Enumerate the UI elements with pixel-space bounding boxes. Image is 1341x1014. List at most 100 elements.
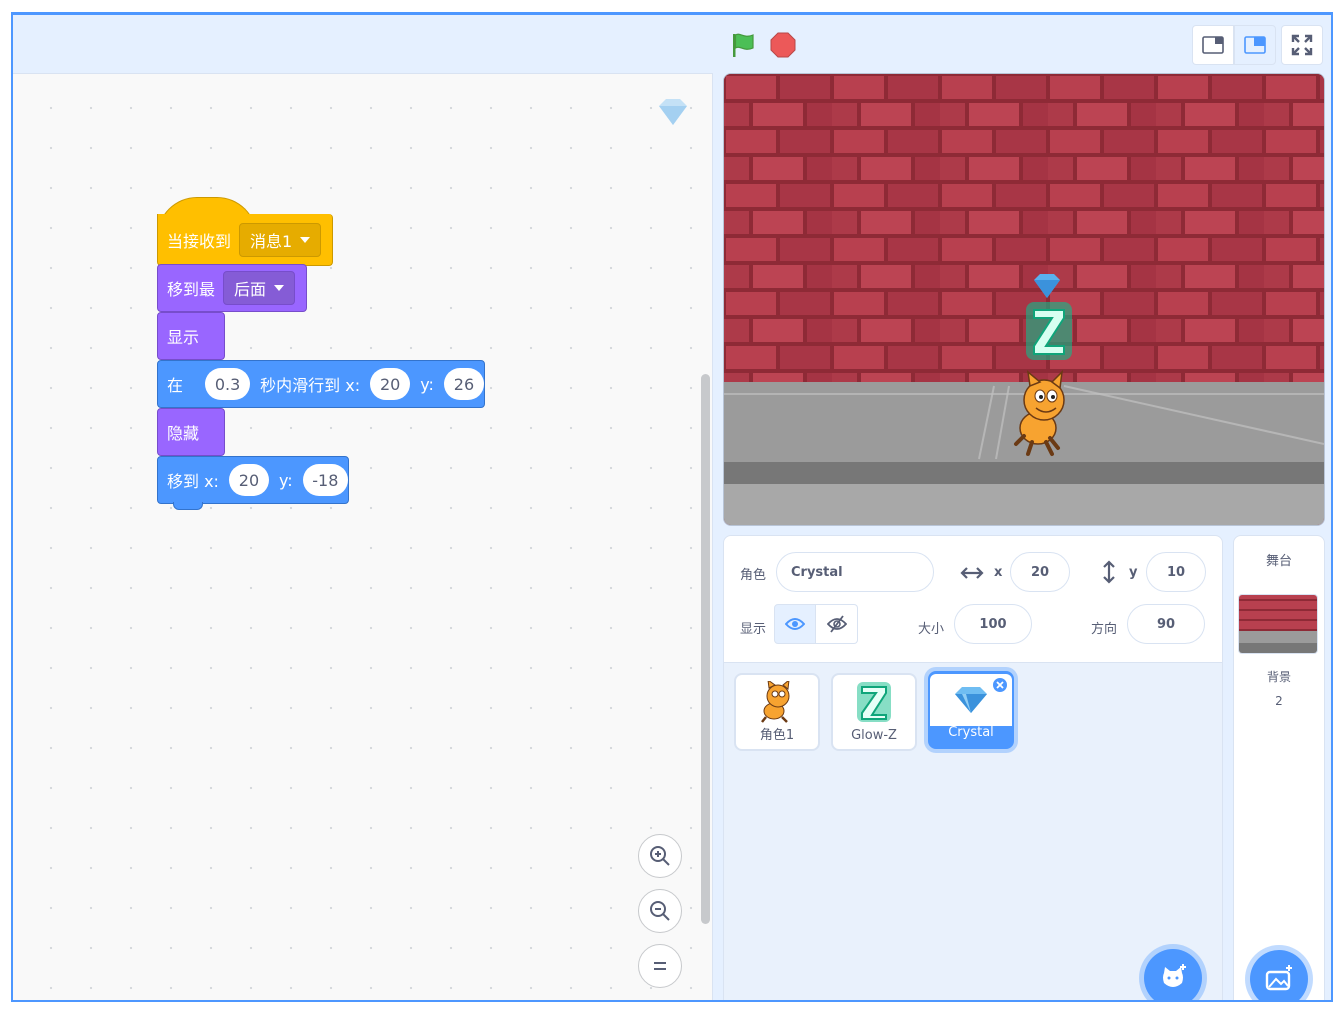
- fullscreen-button[interactable]: [1281, 25, 1323, 65]
- add-backdrop-icon: [1265, 965, 1292, 991]
- y-value: 10: [1166, 564, 1186, 580]
- show-sprite-button[interactable]: [774, 604, 816, 644]
- add-sprite-cat-icon: [1163, 964, 1186, 987]
- layer-dropdown[interactable]: 后面: [223, 271, 296, 305]
- glide-y-input[interactable]: 26: [443, 368, 484, 400]
- go-to-xy-block[interactable]: 移到 x: 20 y: -18: [157, 456, 349, 504]
- scratch-editor: 当接收到 消息1 移到最 后面 显示 在 0.3 秒内滑行到 x: 20 y: …: [11, 12, 1333, 1002]
- go-to-y-label: y:: [278, 470, 293, 490]
- x-label: x: [994, 565, 1003, 580]
- size-input[interactable]: 100: [954, 604, 1032, 644]
- when-receive-label: 当接收到: [167, 231, 232, 251]
- glide-x-input[interactable]: 20: [370, 368, 411, 400]
- fullscreen-icon: [1291, 34, 1313, 56]
- sprite-tile-name: 角色1: [759, 728, 795, 743]
- hide-sprite-button[interactable]: [816, 604, 858, 644]
- glide-y-value: 26: [453, 374, 475, 394]
- sprite-tile-cat[interactable]: 角色1: [734, 673, 820, 751]
- zoom-reset-button[interactable]: [638, 944, 682, 988]
- backdrop-count: 2: [1275, 694, 1283, 708]
- backdrop-label: 背景: [1266, 670, 1291, 684]
- sprite-name-input[interactable]: Crystal: [776, 552, 934, 592]
- layer-dropdown-value: 后面: [234, 280, 267, 299]
- close-icon: [996, 681, 1004, 689]
- glide-seconds-value: 0.3: [214, 374, 241, 394]
- x-value: 20: [1030, 564, 1050, 580]
- glow-z-sprite-icon: [857, 682, 891, 722]
- small-stage-button[interactable]: [1192, 25, 1234, 65]
- glide-y-label: y:: [420, 374, 434, 394]
- glide-seconds-input[interactable]: 0.3: [205, 368, 251, 400]
- x-input[interactable]: 20: [1010, 552, 1070, 592]
- horizontal-arrows-icon: [960, 567, 984, 579]
- go-to-xy-label: 移到 x:: [167, 472, 219, 491]
- direction-label: 方向: [1091, 622, 1118, 637]
- go-to-layer-label: 移到最: [167, 280, 216, 299]
- code-workspace[interactable]: 当接收到 消息1 移到最 后面 显示 在 0.3 秒内滑行到 x: 20 y: …: [13, 73, 713, 1000]
- sprite-tile-glow-z[interactable]: Glow-Z: [831, 673, 917, 751]
- sprite-tile-name: Crystal: [948, 725, 994, 740]
- go-to-x-input[interactable]: 20: [228, 464, 269, 496]
- stop-icon: [770, 32, 796, 58]
- glide-block[interactable]: 在 0.3 秒内滑行到 x: 20 y: 26: [157, 360, 485, 408]
- choose-sprite-button[interactable]: [1144, 949, 1202, 1000]
- stage-glow-z-sprite: [1026, 302, 1072, 360]
- green-flag-button[interactable]: [729, 31, 757, 59]
- zoom-out-icon: [650, 901, 670, 921]
- backdrop-thumbnail: [1238, 594, 1318, 654]
- eye-icon: [785, 618, 805, 630]
- go-to-layer-block[interactable]: 移到最 后面: [157, 264, 307, 312]
- show-block[interactable]: 显示: [157, 312, 225, 360]
- glide-mid-label: 秒内滑行到 x:: [260, 376, 361, 395]
- stage-backdrop: [724, 74, 1324, 525]
- stage-panel-title: 舞台: [1265, 554, 1292, 569]
- equals-icon: [654, 962, 666, 970]
- zoom-in-button[interactable]: [638, 834, 682, 878]
- stage-canvas[interactable]: [723, 73, 1325, 526]
- sprite-tile-name: Glow-Z: [851, 728, 897, 743]
- go-to-y-value: -18: [312, 470, 339, 490]
- top-bar: [13, 15, 1331, 73]
- message-dropdown-value: 消息1: [250, 231, 293, 251]
- go-to-x-value: 20: [238, 470, 260, 490]
- crystal-sprite-icon: [955, 687, 987, 713]
- y-label: y: [1129, 565, 1138, 580]
- size-value: 100: [979, 616, 1007, 632]
- block-stack-bottom-notch: [173, 502, 203, 510]
- eye-slash-icon: [826, 615, 847, 633]
- sprite-name-value: Crystal: [791, 564, 843, 580]
- visibility-label: 显示: [740, 622, 767, 637]
- show-label: 显示: [167, 328, 200, 347]
- hide-block[interactable]: 隐藏: [157, 408, 225, 456]
- stop-button[interactable]: [769, 31, 797, 59]
- zoom-out-button[interactable]: [638, 889, 682, 933]
- vertical-arrows-icon: [1103, 560, 1115, 584]
- sprite-list: 角色1 Glow-Z Crystal: [723, 663, 1223, 1000]
- direction-input[interactable]: 90: [1127, 604, 1205, 644]
- chevron-down-icon: [274, 285, 285, 291]
- code-scrollbar[interactable]: [701, 374, 710, 924]
- green-flag-icon: [733, 33, 754, 57]
- direction-value: 90: [1156, 616, 1176, 632]
- go-to-y-input[interactable]: -18: [302, 464, 348, 496]
- size-label: 大小: [918, 622, 945, 637]
- when-receive-block[interactable]: 当接收到 消息1: [157, 214, 333, 266]
- normal-stage-icon: [1244, 36, 1266, 54]
- zoom-in-icon: [650, 846, 670, 866]
- sprite-tile-crystal[interactable]: Crystal: [928, 671, 1014, 749]
- normal-stage-button[interactable]: [1234, 25, 1276, 65]
- sprite-name-label: 角色: [740, 568, 767, 583]
- sprite-info-panel: 角色 Crystal x 20 y 10 显示 大小 100 方向 90: [723, 535, 1223, 663]
- cat-sprite-icon: [761, 681, 790, 723]
- crystal-sprite-watermark-icon: [659, 99, 687, 125]
- y-input[interactable]: 10: [1146, 552, 1206, 592]
- stage-target-panel[interactable]: 舞台 背景 2: [1233, 535, 1325, 1000]
- delete-sprite-button[interactable]: [991, 676, 1009, 694]
- choose-backdrop-button[interactable]: [1250, 950, 1308, 1000]
- message-dropdown[interactable]: 消息1: [239, 222, 322, 257]
- glide-x-value: 20: [379, 374, 401, 394]
- hide-label: 隐藏: [167, 424, 200, 443]
- chevron-down-icon: [300, 236, 311, 243]
- small-stage-icon: [1202, 36, 1224, 54]
- glide-prefix-label: 在: [167, 376, 184, 395]
